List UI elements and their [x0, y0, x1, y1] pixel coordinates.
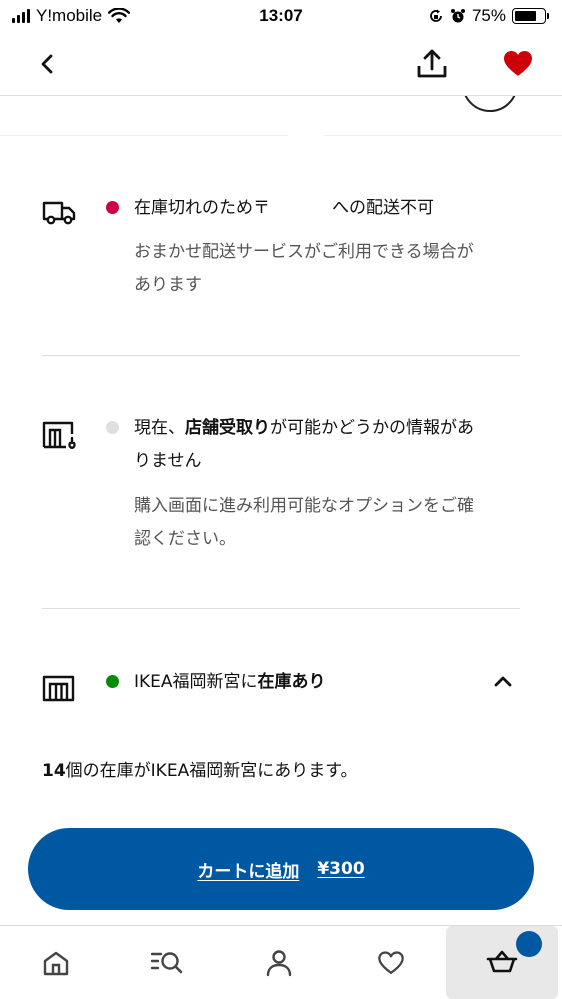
add-to-cart-price: ¥300	[317, 859, 365, 879]
stock-count-note: 14個の在庫がIKEA福岡新宮にあります。	[42, 761, 358, 781]
share-icon	[417, 49, 447, 77]
add-to-cart-label: カートに追加	[197, 861, 300, 882]
status-right: 75%	[428, 6, 549, 26]
cart-icon	[486, 950, 518, 973]
tab-favorites[interactable]	[335, 926, 447, 999]
orientation-lock-icon	[430, 9, 442, 22]
truck-icon	[42, 201, 76, 225]
tab-profile[interactable]	[223, 926, 335, 999]
store-stock-availability[interactable]: IKEA福岡新宮に在庫あり	[42, 664, 520, 714]
share-button[interactable]	[412, 44, 452, 84]
back-button[interactable]	[40, 44, 80, 84]
heart-filled-icon	[504, 51, 532, 76]
battery-icon	[512, 8, 549, 24]
alarm-icon	[450, 9, 465, 23]
delivery-subtext: おまかせ配送サービスがご利用できる場合があります	[134, 242, 474, 295]
status-left: Y!mobile	[12, 6, 131, 26]
chevron-left-icon	[41, 54, 53, 73]
heart-outline-icon	[377, 950, 404, 974]
favorite-button[interactable]	[498, 44, 538, 84]
store-pickup-icon	[42, 421, 76, 449]
store-icon	[42, 675, 75, 702]
search-list-icon	[151, 951, 183, 973]
profile-icon	[266, 949, 292, 976]
pickup-status-text: 現在、店舗受取りが可能かどうかの情報がありません	[134, 418, 474, 471]
wifi-icon	[108, 8, 131, 23]
cart-badge	[515, 930, 542, 957]
chevron-up-icon[interactable]	[494, 675, 512, 687]
tab-cart[interactable]	[446, 925, 558, 999]
top-nav	[0, 32, 562, 96]
battery-percent: 75%	[471, 6, 506, 25]
battery-level	[515, 11, 536, 21]
stock-count: 14	[42, 761, 66, 781]
bottom-tab-bar	[0, 925, 562, 999]
divider	[42, 355, 520, 356]
signal-icon	[12, 9, 30, 23]
delivery-status-text: 在庫切れのため〒 への配送不可	[134, 198, 434, 218]
previous-section-strip	[0, 56, 562, 138]
home-icon	[43, 951, 68, 975]
status-dot-available	[106, 675, 119, 688]
add-to-cart-button[interactable]: カートに追加 ¥300	[28, 828, 534, 910]
status-bar: Y!mobile 13:07 75%	[0, 0, 562, 32]
nav-actions	[412, 44, 538, 84]
store-stock-text: IKEA福岡新宮に在庫あり	[134, 672, 326, 692]
tab-home[interactable]	[0, 926, 112, 999]
pickup-subtext: 購入画面に進み利用可能なオプションをご確認ください。	[134, 496, 474, 549]
pickup-availability: 現在、店舗受取りが可能かどうかの情報がありません 購入画面に進み利用可能なオプシ…	[42, 410, 520, 560]
divider	[42, 608, 520, 609]
tab-search[interactable]	[112, 926, 224, 999]
delivery-availability: 在庫切れのため〒 への配送不可 おまかせ配送サービスがご利用できる場合があります	[42, 190, 520, 310]
carrier-label: Y!mobile	[36, 6, 103, 25]
status-dot-unavailable	[106, 201, 119, 214]
status-dot-unknown	[106, 421, 119, 434]
